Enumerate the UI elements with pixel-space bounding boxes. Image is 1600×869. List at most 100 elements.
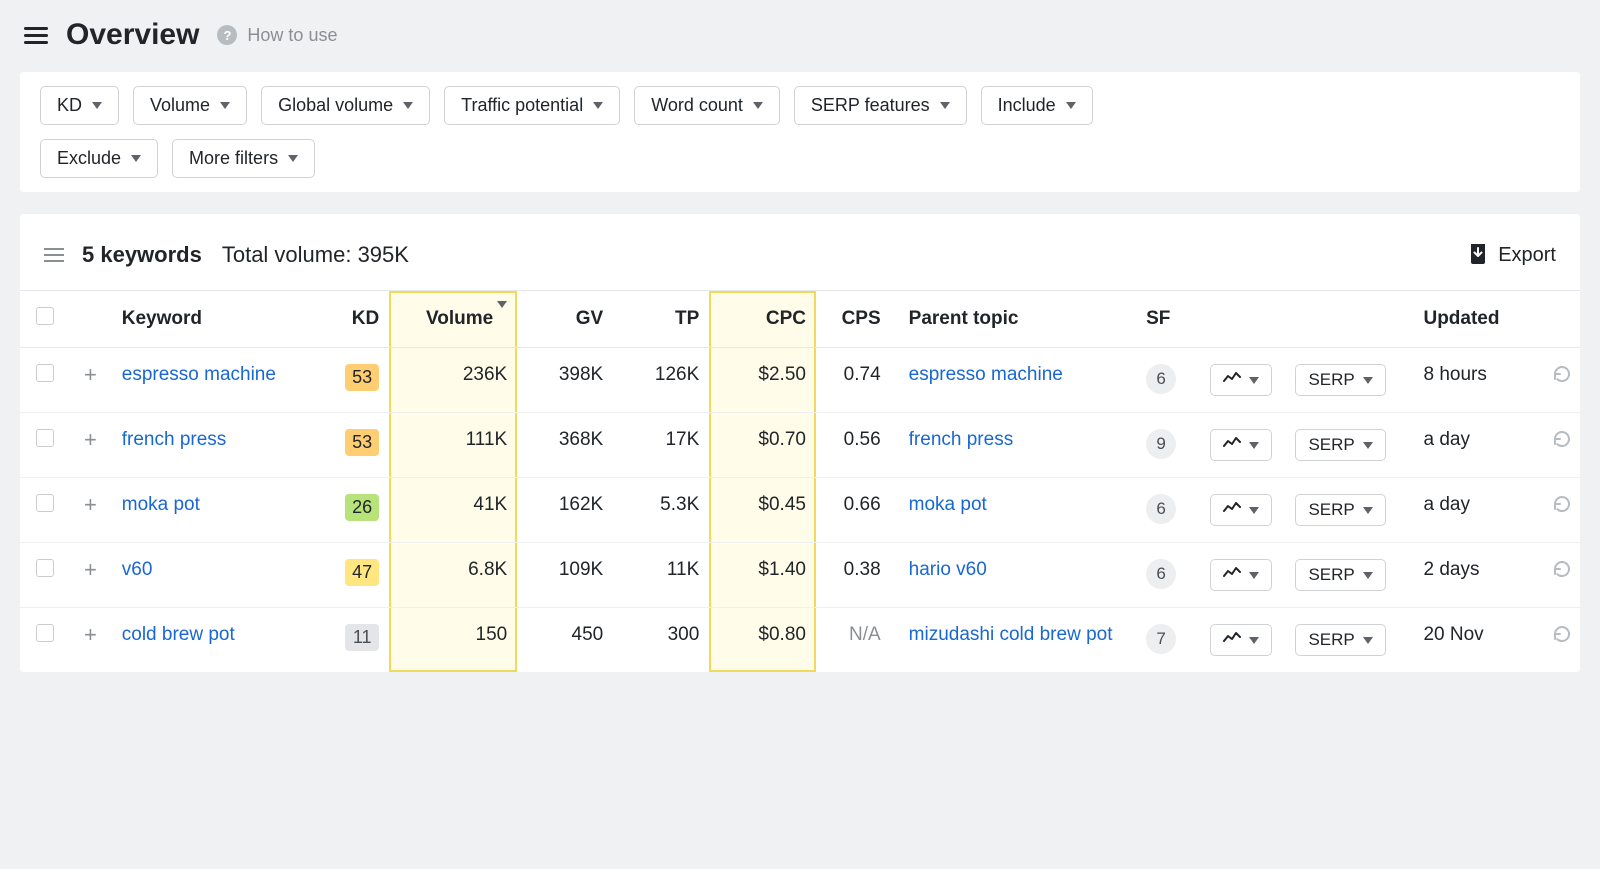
cps-cell: 0.66 (816, 478, 891, 543)
table-row: +v60476.8K109K11K$1.400.38hario v606SERP… (20, 543, 1580, 608)
chevron-down-icon (220, 102, 230, 109)
gv-cell: 162K (517, 478, 613, 543)
col-gv[interactable]: GV (517, 291, 613, 348)
gv-cell: 398K (517, 348, 613, 413)
page-title: Overview (66, 18, 199, 52)
keyword-count: 5 keywords (82, 242, 202, 268)
chart-button[interactable] (1210, 624, 1272, 656)
keyword-link[interactable]: v60 (122, 559, 153, 580)
col-volume[interactable]: Volume (389, 291, 517, 348)
chevron-down-icon (1363, 442, 1373, 449)
serp-button[interactable]: SERP (1295, 429, 1385, 461)
serp-button[interactable]: SERP (1295, 364, 1385, 396)
cpc-cell: $0.70 (709, 413, 816, 478)
expand-icon[interactable]: + (84, 622, 97, 647)
filter-serp-features[interactable]: SERP features (794, 86, 967, 125)
cps-cell: 0.74 (816, 348, 891, 413)
filter-word-count[interactable]: Word count (634, 86, 780, 125)
kd-badge: 53 (345, 364, 379, 391)
row-checkbox[interactable] (36, 429, 54, 447)
keyword-link[interactable]: cold brew pot (122, 624, 235, 645)
keyword-link[interactable]: french press (122, 429, 227, 450)
help-link[interactable]: ? How to use (217, 25, 337, 46)
filter-more-filters[interactable]: More filters (172, 139, 315, 178)
export-button[interactable]: Export (1468, 244, 1556, 267)
parent-topic-link[interactable]: french press (909, 429, 1014, 450)
chevron-down-icon (403, 102, 413, 109)
refresh-icon[interactable] (1552, 498, 1572, 519)
filter-volume[interactable]: Volume (133, 86, 247, 125)
col-parent[interactable]: Parent topic (891, 291, 1136, 348)
export-label: Export (1498, 244, 1556, 267)
sf-badge[interactable]: 6 (1146, 559, 1176, 589)
filter-kd[interactable]: KD (40, 86, 119, 125)
chevron-down-icon (593, 102, 603, 109)
chart-button[interactable] (1210, 494, 1272, 526)
results-panel: 5 keywords Total volume: 395K Export Key… (20, 214, 1580, 672)
cps-cell: 0.56 (816, 413, 891, 478)
sf-badge[interactable]: 6 (1146, 364, 1176, 394)
chevron-down-icon (1249, 507, 1259, 514)
gv-cell: 109K (517, 543, 613, 608)
parent-topic-link[interactable]: hario v60 (909, 559, 987, 580)
filter-exclude[interactable]: Exclude (40, 139, 158, 178)
tp-cell: 5.3K (613, 478, 709, 543)
col-updated[interactable]: Updated (1413, 291, 1541, 348)
row-checkbox[interactable] (36, 559, 54, 577)
filter-panel: KD Volume Global volume Traffic potential Wo… (20, 72, 1580, 192)
sf-badge[interactable]: 7 (1146, 624, 1176, 654)
updated-cell: a day (1413, 413, 1541, 478)
updated-cell: 2 days (1413, 543, 1541, 608)
keyword-link[interactable]: moka pot (122, 494, 200, 515)
col-cps[interactable]: CPS (816, 291, 891, 348)
select-all-checkbox[interactable] (36, 307, 54, 325)
chart-button[interactable] (1210, 559, 1272, 591)
chart-button[interactable] (1210, 429, 1272, 461)
refresh-icon[interactable] (1552, 563, 1572, 584)
updated-cell: 8 hours (1413, 348, 1541, 413)
keyword-link[interactable]: espresso machine (122, 364, 276, 385)
refresh-icon[interactable] (1552, 368, 1572, 389)
tp-cell: 300 (613, 608, 709, 673)
sparkline-icon (1223, 500, 1241, 520)
gv-cell: 450 (517, 608, 613, 673)
keywords-table: Keyword KD Volume GV TP CPC CPS Parent t… (20, 290, 1580, 672)
parent-topic-link[interactable]: moka pot (909, 494, 987, 515)
row-checkbox[interactable] (36, 364, 54, 382)
filter-traffic-potential[interactable]: Traffic potential (444, 86, 620, 125)
chevron-down-icon (1363, 377, 1373, 384)
col-keyword[interactable]: Keyword (112, 291, 315, 348)
table-row: +french press53111K368K17K$0.700.56frenc… (20, 413, 1580, 478)
chevron-down-icon (1249, 572, 1259, 579)
expand-icon[interactable]: + (84, 557, 97, 582)
sf-badge[interactable]: 6 (1146, 494, 1176, 524)
row-checkbox[interactable] (36, 494, 54, 512)
chart-button[interactable] (1210, 364, 1272, 396)
col-sf[interactable]: SF (1136, 291, 1200, 348)
col-kd[interactable]: KD (314, 291, 389, 348)
chevron-down-icon (753, 102, 763, 109)
serp-button[interactable]: SERP (1295, 559, 1385, 591)
help-label: How to use (247, 25, 337, 46)
expand-icon[interactable]: + (84, 362, 97, 387)
sf-badge[interactable]: 9 (1146, 429, 1176, 459)
tp-cell: 126K (613, 348, 709, 413)
parent-topic-link[interactable]: mizudashi cold brew pot (909, 624, 1113, 645)
filter-global-volume[interactable]: Global volume (261, 86, 430, 125)
col-cpc[interactable]: CPC (709, 291, 816, 348)
refresh-icon[interactable] (1552, 433, 1572, 454)
chevron-down-icon (1249, 377, 1259, 384)
serp-button[interactable]: SERP (1295, 624, 1385, 656)
menu-icon[interactable] (24, 27, 48, 44)
list-toggle-icon[interactable] (44, 248, 64, 262)
expand-icon[interactable]: + (84, 492, 97, 517)
parent-topic-link[interactable]: espresso machine (909, 364, 1063, 385)
refresh-icon[interactable] (1552, 628, 1572, 649)
expand-icon[interactable]: + (84, 427, 97, 452)
serp-button[interactable]: SERP (1295, 494, 1385, 526)
chevron-down-icon (1066, 102, 1076, 109)
col-tp[interactable]: TP (613, 291, 709, 348)
filter-include[interactable]: Include (981, 86, 1093, 125)
row-checkbox[interactable] (36, 624, 54, 642)
sort-desc-icon (497, 301, 507, 329)
